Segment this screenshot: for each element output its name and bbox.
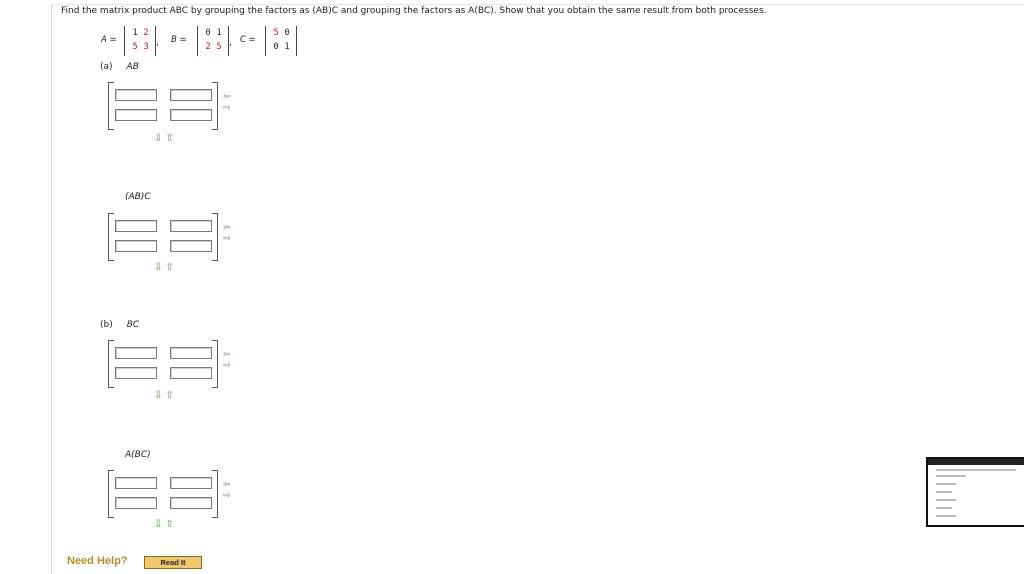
answer-input-abc2-r1c1[interactable] — [115, 477, 157, 489]
part-a-marker: (a) — [100, 62, 113, 72]
add-column-icon[interactable]: ⇨ — [223, 361, 231, 372]
matrix-c-cell: 0 — [273, 42, 279, 52]
remove-column-icon[interactable]: ⇦ — [223, 350, 231, 361]
matrix-b-cell: 2 — [205, 42, 211, 52]
add-column-icon[interactable]: ⇨ — [223, 491, 231, 502]
matrix-a-cell: 1 — [132, 28, 138, 38]
answer-matrix-abc-1 — [108, 213, 218, 261]
row-controls-icon[interactable]: ⇩⇧ — [154, 133, 177, 144]
matrix-a-cell: 3 — [143, 42, 149, 52]
add-column-icon[interactable]: ⇨ — [223, 234, 231, 245]
column-controls: ⇦ ⇨ — [223, 92, 231, 114]
page-thumbnail[interactable] — [926, 457, 1024, 527]
answer-input-ab-r1c2[interactable] — [170, 89, 212, 101]
answer-input-abc2-r2c1[interactable] — [115, 497, 157, 509]
answer-input-ab-r2c2[interactable] — [170, 109, 212, 121]
thumbnail-header — [928, 459, 1024, 465]
thumbnail-line — [936, 491, 952, 493]
answer-input-bc-r1c2[interactable] — [170, 347, 212, 359]
answer-input-abc2-r1c2[interactable] — [170, 477, 212, 489]
need-help-label: Need Help? — [67, 555, 128, 567]
read-it-button[interactable]: Read It — [144, 556, 202, 569]
right-bracket — [212, 470, 218, 518]
part-b-label: (b) BC — [100, 320, 139, 330]
part-b-title: BC — [126, 320, 140, 330]
right-bracket — [212, 340, 218, 388]
part-b-marker: (b) — [100, 320, 113, 330]
answer-input-ab-r2c1[interactable] — [115, 109, 157, 121]
right-bracket — [212, 82, 218, 130]
part-a-subtitle: (AB)C — [125, 192, 151, 202]
answer-matrix-bc — [108, 340, 218, 388]
matrix-b-label: B = — [171, 35, 187, 45]
answer-input-abc1-r1c1[interactable] — [115, 220, 157, 232]
remove-column-icon[interactable]: ⇦ — [223, 92, 231, 103]
column-controls: ⇦ ⇨ — [223, 350, 231, 372]
answer-input-abc1-r2c1[interactable] — [115, 240, 157, 252]
column-controls: ⇦ ⇨ — [223, 223, 231, 245]
answer-input-bc-r1c1[interactable] — [115, 347, 157, 359]
add-column-icon[interactable]: ⇨ — [223, 103, 231, 114]
matrix-a-cell: 2 — [143, 28, 149, 38]
matrix-c-label: C = — [240, 35, 256, 45]
answer-input-ab-r1c1[interactable] — [115, 89, 157, 101]
question-prompt: Find the matrix product ABC by grouping … — [61, 6, 767, 16]
matrix-a-cell: 5 — [132, 42, 138, 52]
matrix-a-label: A = — [101, 35, 117, 45]
column-controls: ⇦ ⇨ — [223, 480, 231, 502]
left-bracket — [108, 213, 114, 261]
row-controls-icon[interactable]: ⇩⇧ — [154, 519, 177, 530]
thumbnail-line — [936, 499, 956, 501]
right-bracket — [212, 213, 218, 261]
answer-input-abc1-r1c2[interactable] — [170, 220, 212, 232]
row-controls-icon[interactable]: ⇩⇧ — [154, 262, 177, 273]
matrix-b-cell: 5 — [216, 42, 222, 52]
answer-matrix-abc-2 — [108, 470, 218, 518]
answer-input-abc1-r2c2[interactable] — [170, 240, 212, 252]
matrix-c-cell: 5 — [273, 28, 279, 38]
thumbnail-line — [936, 515, 956, 517]
answer-input-abc2-r2c2[interactable] — [170, 497, 212, 509]
part-a-label: (a) AB — [100, 62, 139, 72]
answer-matrix-ab — [108, 82, 218, 130]
thumbnail-line — [936, 483, 956, 485]
matrix-c-cell: 1 — [284, 42, 290, 52]
separator: , — [229, 38, 232, 48]
part-b-subtitle: A(BC) — [125, 450, 151, 460]
matrix-b-cell: 0 — [205, 28, 211, 38]
remove-column-icon[interactable]: ⇦ — [223, 480, 231, 491]
answer-input-bc-r2c1[interactable] — [115, 367, 157, 379]
matrix-c: 5 0 0 1 — [265, 26, 297, 56]
part-a-title: AB — [126, 62, 139, 72]
answer-input-bc-r2c2[interactable] — [170, 367, 212, 379]
row-controls-icon[interactable]: ⇩⇧ — [154, 390, 177, 401]
thumbnail-line — [936, 469, 1016, 471]
matrix-b: 0 1 2 5 — [197, 26, 229, 56]
left-bracket — [108, 340, 114, 388]
thumbnail-line — [936, 475, 966, 477]
matrix-c-cell: 0 — [284, 28, 290, 38]
remove-column-icon[interactable]: ⇦ — [223, 223, 231, 234]
matrix-a: 1 2 5 3 — [124, 26, 156, 56]
left-bracket — [108, 470, 114, 518]
separator: , — [156, 38, 159, 48]
thumbnail-line — [936, 507, 952, 509]
left-bracket — [108, 82, 114, 130]
matrix-b-cell: 1 — [216, 28, 222, 38]
